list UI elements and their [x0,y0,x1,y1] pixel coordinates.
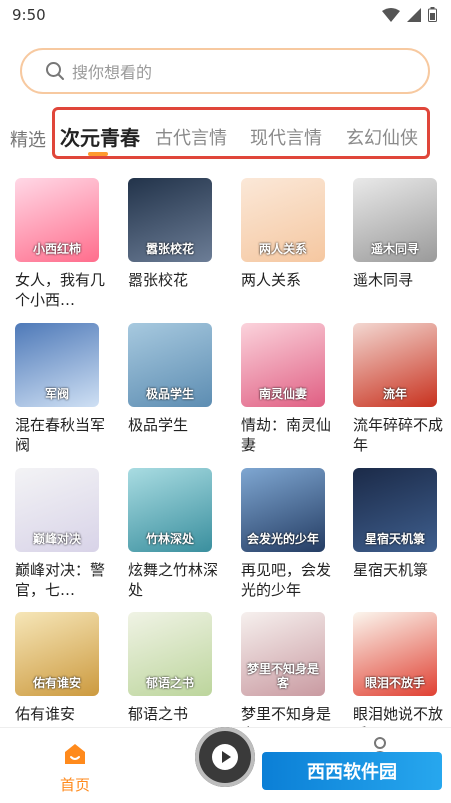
signal-icon [407,7,421,22]
book-card[interactable]: 会发光的少年再见吧，会发光的少年 [241,468,341,600]
book-cover[interactable]: 星宿天机箓 [353,468,437,552]
nav-home-label: 首页 [59,776,90,794]
tab-gudai-yanqing[interactable]: 古代言情 [155,124,227,150]
book-cover-text: 极品学生 [145,387,194,401]
book-cover[interactable]: 竹林深处 [128,468,212,552]
book-title: 女人，我有几个小西… [15,271,106,309]
book-cover-text: 佑有谁安 [32,676,81,690]
tab-clipped[interactable]: 精选 [0,126,46,152]
book-cover[interactable]: 流年 [353,323,437,407]
watermark-logo: 西西软件园 [262,752,442,790]
book-cover-text: 两人关系 [258,242,307,256]
book-cover[interactable]: 极品学生 [128,323,212,407]
book-title: 炫舞之竹林深处 [128,561,219,599]
book-cover[interactable]: 梦里不知身是客 [241,612,325,696]
book-title: 情劫：南灵仙妻 [241,416,332,454]
active-tab-indicator [88,152,108,156]
book-cover-text: 军阀 [44,387,69,401]
book-cover-text: 巅峰对决 [32,532,81,546]
status-icons [382,7,437,22]
book-card[interactable]: 巅峰对决巅峰对决：警官，七… [15,468,115,600]
book-title: 两人关系 [241,271,302,289]
book-title: 再见吧，会发光的少年 [241,561,332,599]
book-card[interactable]: 极品学生 极品学生 [128,323,228,435]
book-card[interactable]: 南灵仙妻情劫：南灵仙妻 [241,323,341,455]
book-card[interactable]: 竹林深处炫舞之竹林深处 [128,468,228,600]
search-placeholder: 搜你想看的 [72,63,153,82]
book-title: 极品学生 [128,416,189,434]
book-title: 遥木同寻 [353,271,414,289]
status-bar: 9:50 [0,0,451,34]
tab-xuanhuan-xianxia[interactable]: 玄幻仙侠 [346,124,418,150]
book-cover-text: 星宿天机箓 [364,532,425,546]
player-button[interactable] [195,727,255,787]
book-title: 巅峰对决：警官，七… [15,561,106,599]
book-title: 星宿天机箓 [353,561,429,579]
battery-icon [428,7,437,22]
book-cover-text: 遥木同寻 [370,242,419,256]
book-title: 混在春秋当军阀 [15,416,106,454]
home-icon [65,744,85,764]
book-cover[interactable]: 郁语之书 [128,612,212,696]
book-card[interactable]: 佑有谁安 佑有谁安 [15,612,115,724]
book-cover-text: 梦里不知身是客 [246,662,319,690]
book-title: 佑有谁安 [15,705,76,723]
book-card[interactable]: 小西红柿女人，我有几个小西… [15,178,115,310]
book-card[interactable]: 梦里不知身是客梦里不知身是客 [241,612,341,744]
book-cover-text: 竹林深处 [145,532,194,546]
wifi-icon [382,7,400,22]
book-cover[interactable]: 军阀 [15,323,99,407]
book-cover[interactable]: 巅峰对决 [15,468,99,552]
book-cover-text: 眼泪不放手 [364,676,425,690]
book-cover[interactable]: 南灵仙妻 [241,323,325,407]
book-title: 嚣张校花 [128,271,189,289]
book-cover[interactable]: 两人关系 [241,178,325,262]
book-card[interactable]: 眼泪不放手眼泪她说不放手 [353,612,451,744]
book-cover[interactable]: 嚣张校花 [128,178,212,262]
book-cover-text: 郁语之书 [145,676,194,690]
tab-xiandai-yanqing[interactable]: 现代言情 [250,124,322,150]
search-input[interactable]: 搜你想看的 [20,48,430,94]
book-card[interactable]: 两人关系 两人关系 [241,178,341,290]
book-card[interactable]: 郁语之书 郁语之书 [128,612,228,724]
book-cover[interactable]: 会发光的少年 [241,468,325,552]
nav-home[interactable]: 首页 [50,742,100,795]
book-cover[interactable]: 眼泪不放手 [353,612,437,696]
play-icon [212,744,238,770]
book-cover-text: 嚣张校花 [145,242,194,256]
search-icon [44,60,66,82]
book-cover-text: 流年 [382,387,407,401]
book-cover[interactable]: 遥木同寻 [353,178,437,262]
book-cover-text: 南灵仙妻 [258,387,307,401]
book-card[interactable]: 流年流年碎碎不成年 [353,323,451,455]
watermark-text: 西西软件园 [307,762,397,783]
status-time: 9:50 [12,6,46,24]
book-title: 流年碎碎不成年 [353,416,444,454]
book-cover-text: 小西红柿 [32,242,81,256]
book-title: 郁语之书 [128,705,189,723]
book-cover[interactable]: 小西红柿 [15,178,99,262]
book-card[interactable]: 星宿天机箓 星宿天机箓 [353,468,451,580]
tab-ciyuan-qingchun[interactable]: 次元青春 [60,122,140,151]
book-cover[interactable]: 佑有谁安 [15,612,99,696]
book-card[interactable]: 嚣张校花 嚣张校花 [128,178,228,290]
book-cover-text: 会发光的少年 [246,532,319,546]
book-card[interactable]: 军阀混在春秋当军阀 [15,323,115,455]
book-card[interactable]: 遥木同寻 遥木同寻 [353,178,451,290]
